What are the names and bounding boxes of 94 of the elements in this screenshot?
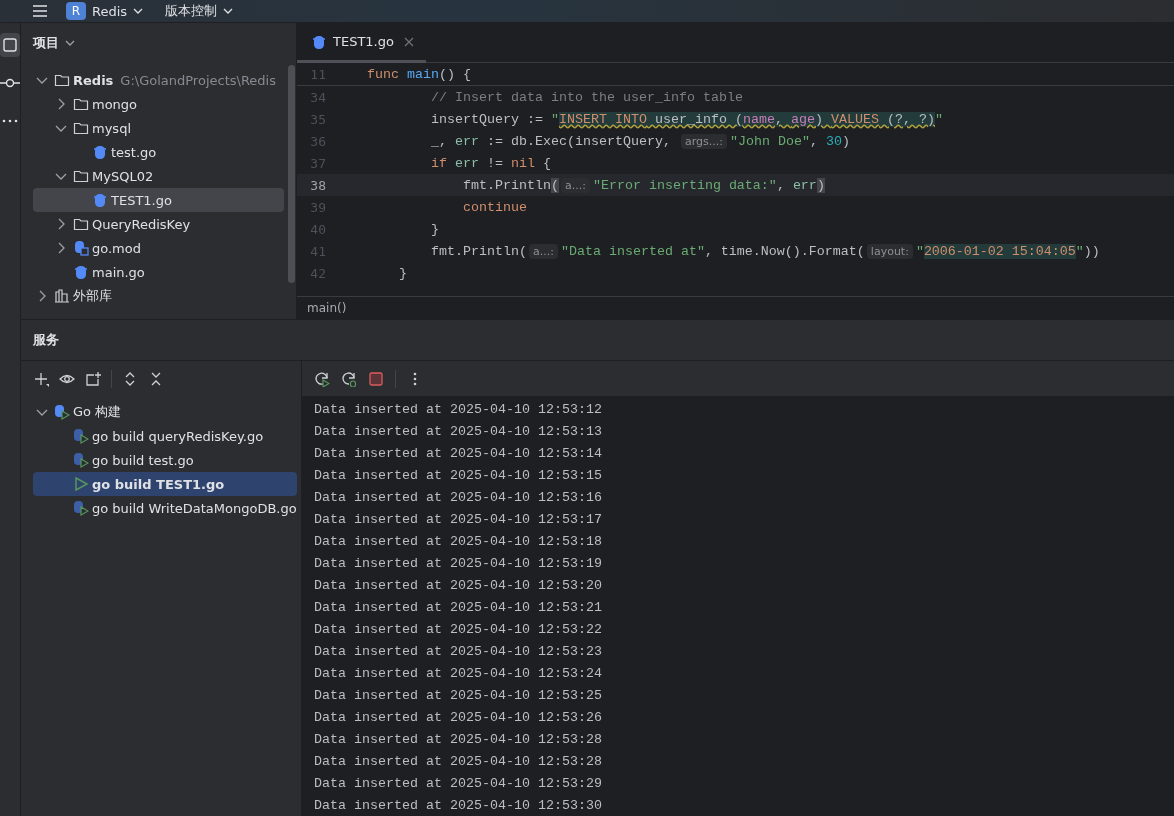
tree-item[interactable]: Go 构建 [33,400,297,424]
scrollbar[interactable] [288,65,295,283]
code-line: fmt.Println( a...: "Error inserting data:", err) [461,177,825,193]
library-icon [54,288,70,304]
console-line: Data inserted at 2025-04-10 12:53:30 [314,797,603,815]
code-line: // Insert data into the user_info table [430,89,743,105]
caret-icon [133,7,144,15]
tree-item-label: 外部库 [73,287,112,305]
tree-item[interactable]: go build WriteDataMongoDB.go [33,496,297,520]
editor-tab[interactable]: TEST1.go [297,23,426,63]
console-line: Data inserted at 2025-04-10 12:53:13 [314,423,603,441]
stop-icon[interactable] [368,370,384,387]
tree-item-label: MySQL02 [92,168,154,184]
more-icon [2,119,18,123]
console-line: Data inserted at 2025-04-10 12:53:28 [314,753,603,771]
console-line: Data inserted at 2025-04-10 12:53:22 [314,621,603,639]
tree-item[interactable]: go build TEST1.go [33,472,297,496]
go-file-icon [73,264,89,280]
tree-item-label: TEST1.go [111,192,172,208]
tree-item[interactable]: go build queryRedisKey.go [33,424,297,448]
close-icon[interactable] [403,36,414,47]
code-line: continue [461,199,527,215]
tree-item[interactable]: MySQL02 [33,164,284,188]
menu-icon[interactable] [32,4,48,18]
console-line: Data inserted at 2025-04-10 12:53:12 [314,401,603,419]
line-number: 38 [309,177,327,193]
code-line: } [430,221,439,237]
tree-item[interactable]: 外部库 [33,284,284,308]
go-file-icon [92,192,108,208]
console-line: Data inserted at 2025-04-10 12:53:18 [314,533,603,551]
caret-icon [223,7,234,15]
code-line: if err != nil { [430,155,551,171]
tree-item-label: mongo [92,96,138,112]
code-line: func main() { [367,66,471,82]
project-switcher[interactable]: R Redis [62,2,148,20]
tree-item-label: Go 构建 [73,403,122,421]
tree-item-label: QueryRedisKey [92,216,191,232]
console-line: Data inserted at 2025-04-10 12:53:14 [314,445,603,463]
project-path: G:\GolandProjects\Redis [120,72,276,88]
add-icon[interactable] [33,370,49,387]
folder-icon [73,96,89,112]
tree-item-label: go build test.go [92,452,194,468]
debug-rerun-icon[interactable] [341,370,357,387]
tree-item[interactable]: go.mod [33,236,284,260]
folder-icon [73,168,89,184]
console-line: Data inserted at 2025-04-10 12:53:15 [314,467,603,485]
tab-label: TEST1.go [333,34,394,49]
tree-item-label: go.mod [92,240,141,256]
rerun-icon[interactable] [314,370,330,387]
tree-item-label: go build TEST1.go [92,476,225,492]
console-line: Data inserted at 2025-04-10 12:53:19 [314,555,603,573]
folder-icon [54,72,70,88]
code-line: _, err := db.Exec(insertQuery, args...: "John Doe", 30) [430,133,850,149]
go-module-icon [73,240,89,256]
console-line: Data inserted at 2025-04-10 12:53:25 [314,687,603,705]
console-line: Data inserted at 2025-04-10 12:53:21 [314,599,603,617]
code-line: fmt.Println( a...: "Data inserted at", time.Now().Format( layout: "2006-01-02 15:04:05")) [430,243,1100,259]
console-line: Data inserted at 2025-04-10 12:53:28 [314,731,603,749]
code-line: } [398,265,407,281]
tree-item[interactable]: mongo [33,92,284,116]
console-line: Data inserted at 2025-04-10 12:53:16 [314,489,603,507]
panel-title: 服务 [33,331,59,349]
tree-item[interactable]: main.go [33,260,284,284]
go-run-icon [54,404,70,420]
tool-window-button[interactable] [0,33,20,57]
tree-item-label: main.go [92,264,145,280]
tree-item[interactable]: mysql [33,116,284,140]
console-line: Data inserted at 2025-04-10 12:53:20 [314,577,603,595]
breadcrumb[interactable]: main() [307,301,347,315]
tree-item[interactable]: test.go [33,140,284,164]
tree-item-label: go build queryRedisKey.go [92,428,264,444]
console-line: Data inserted at 2025-04-10 12:53:23 [314,643,603,661]
new-tab-icon[interactable] [85,370,101,387]
panel-title[interactable]: 项目 [33,34,75,52]
console-line: Data inserted at 2025-04-10 12:53:17 [314,511,603,529]
folder-icon [0,35,20,55]
folder-icon [73,216,89,232]
go-file-icon [92,144,108,160]
tree-item-label: mysql [92,120,131,136]
console-line: Data inserted at 2025-04-10 12:53:26 [314,709,603,727]
tree-item[interactable]: Redis G:\GolandProjects\Redis [33,68,284,92]
code-line: insertQuery := "INSERT INTO user_info (name, age) VALUES (?, ?)" [430,111,943,127]
tree-item[interactable]: TEST1.go [33,188,284,212]
tree-item-label: go build WriteDataMongoDB.go [92,500,297,516]
folder-icon [73,120,89,136]
console-line: Data inserted at 2025-04-10 12:53:24 [314,665,603,683]
tree-item-label: test.go [111,144,157,160]
vcs-menu[interactable]: 版本控制 [161,2,238,20]
tree-item-label: Redis [73,72,114,88]
go-file-icon [311,33,327,50]
console-line: Data inserted at 2025-04-10 12:53:29 [314,775,603,793]
tree-item[interactable]: go build test.go [33,448,297,472]
tree-item[interactable]: QueryRedisKey [33,212,284,236]
chevron-down-icon [65,39,75,47]
